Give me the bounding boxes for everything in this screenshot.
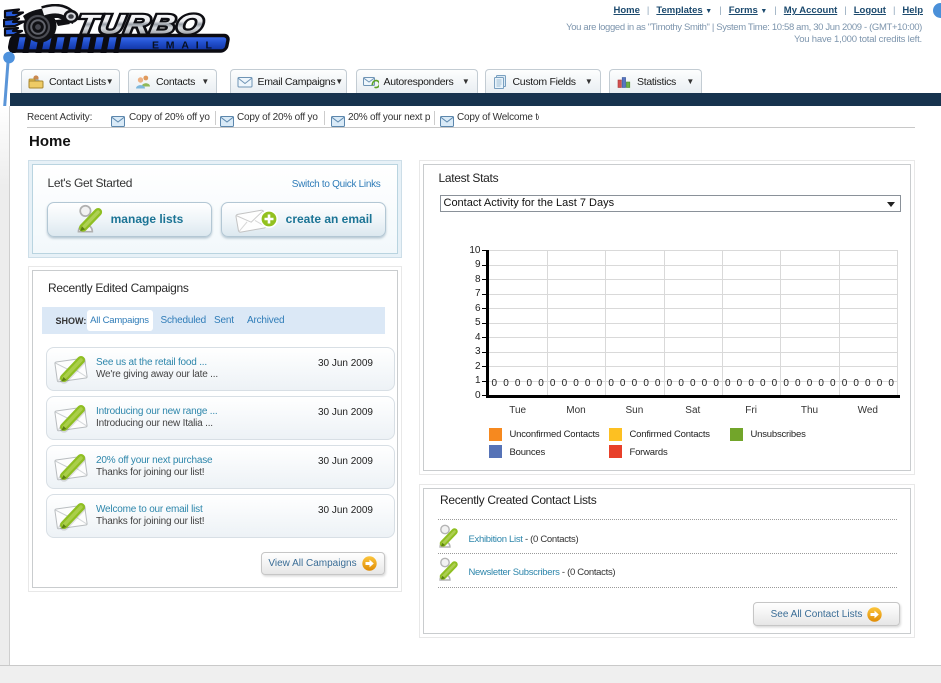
svg-text:EMAIL: EMAIL	[152, 40, 219, 52]
svg-text:TURBO: TURBO	[75, 9, 207, 40]
